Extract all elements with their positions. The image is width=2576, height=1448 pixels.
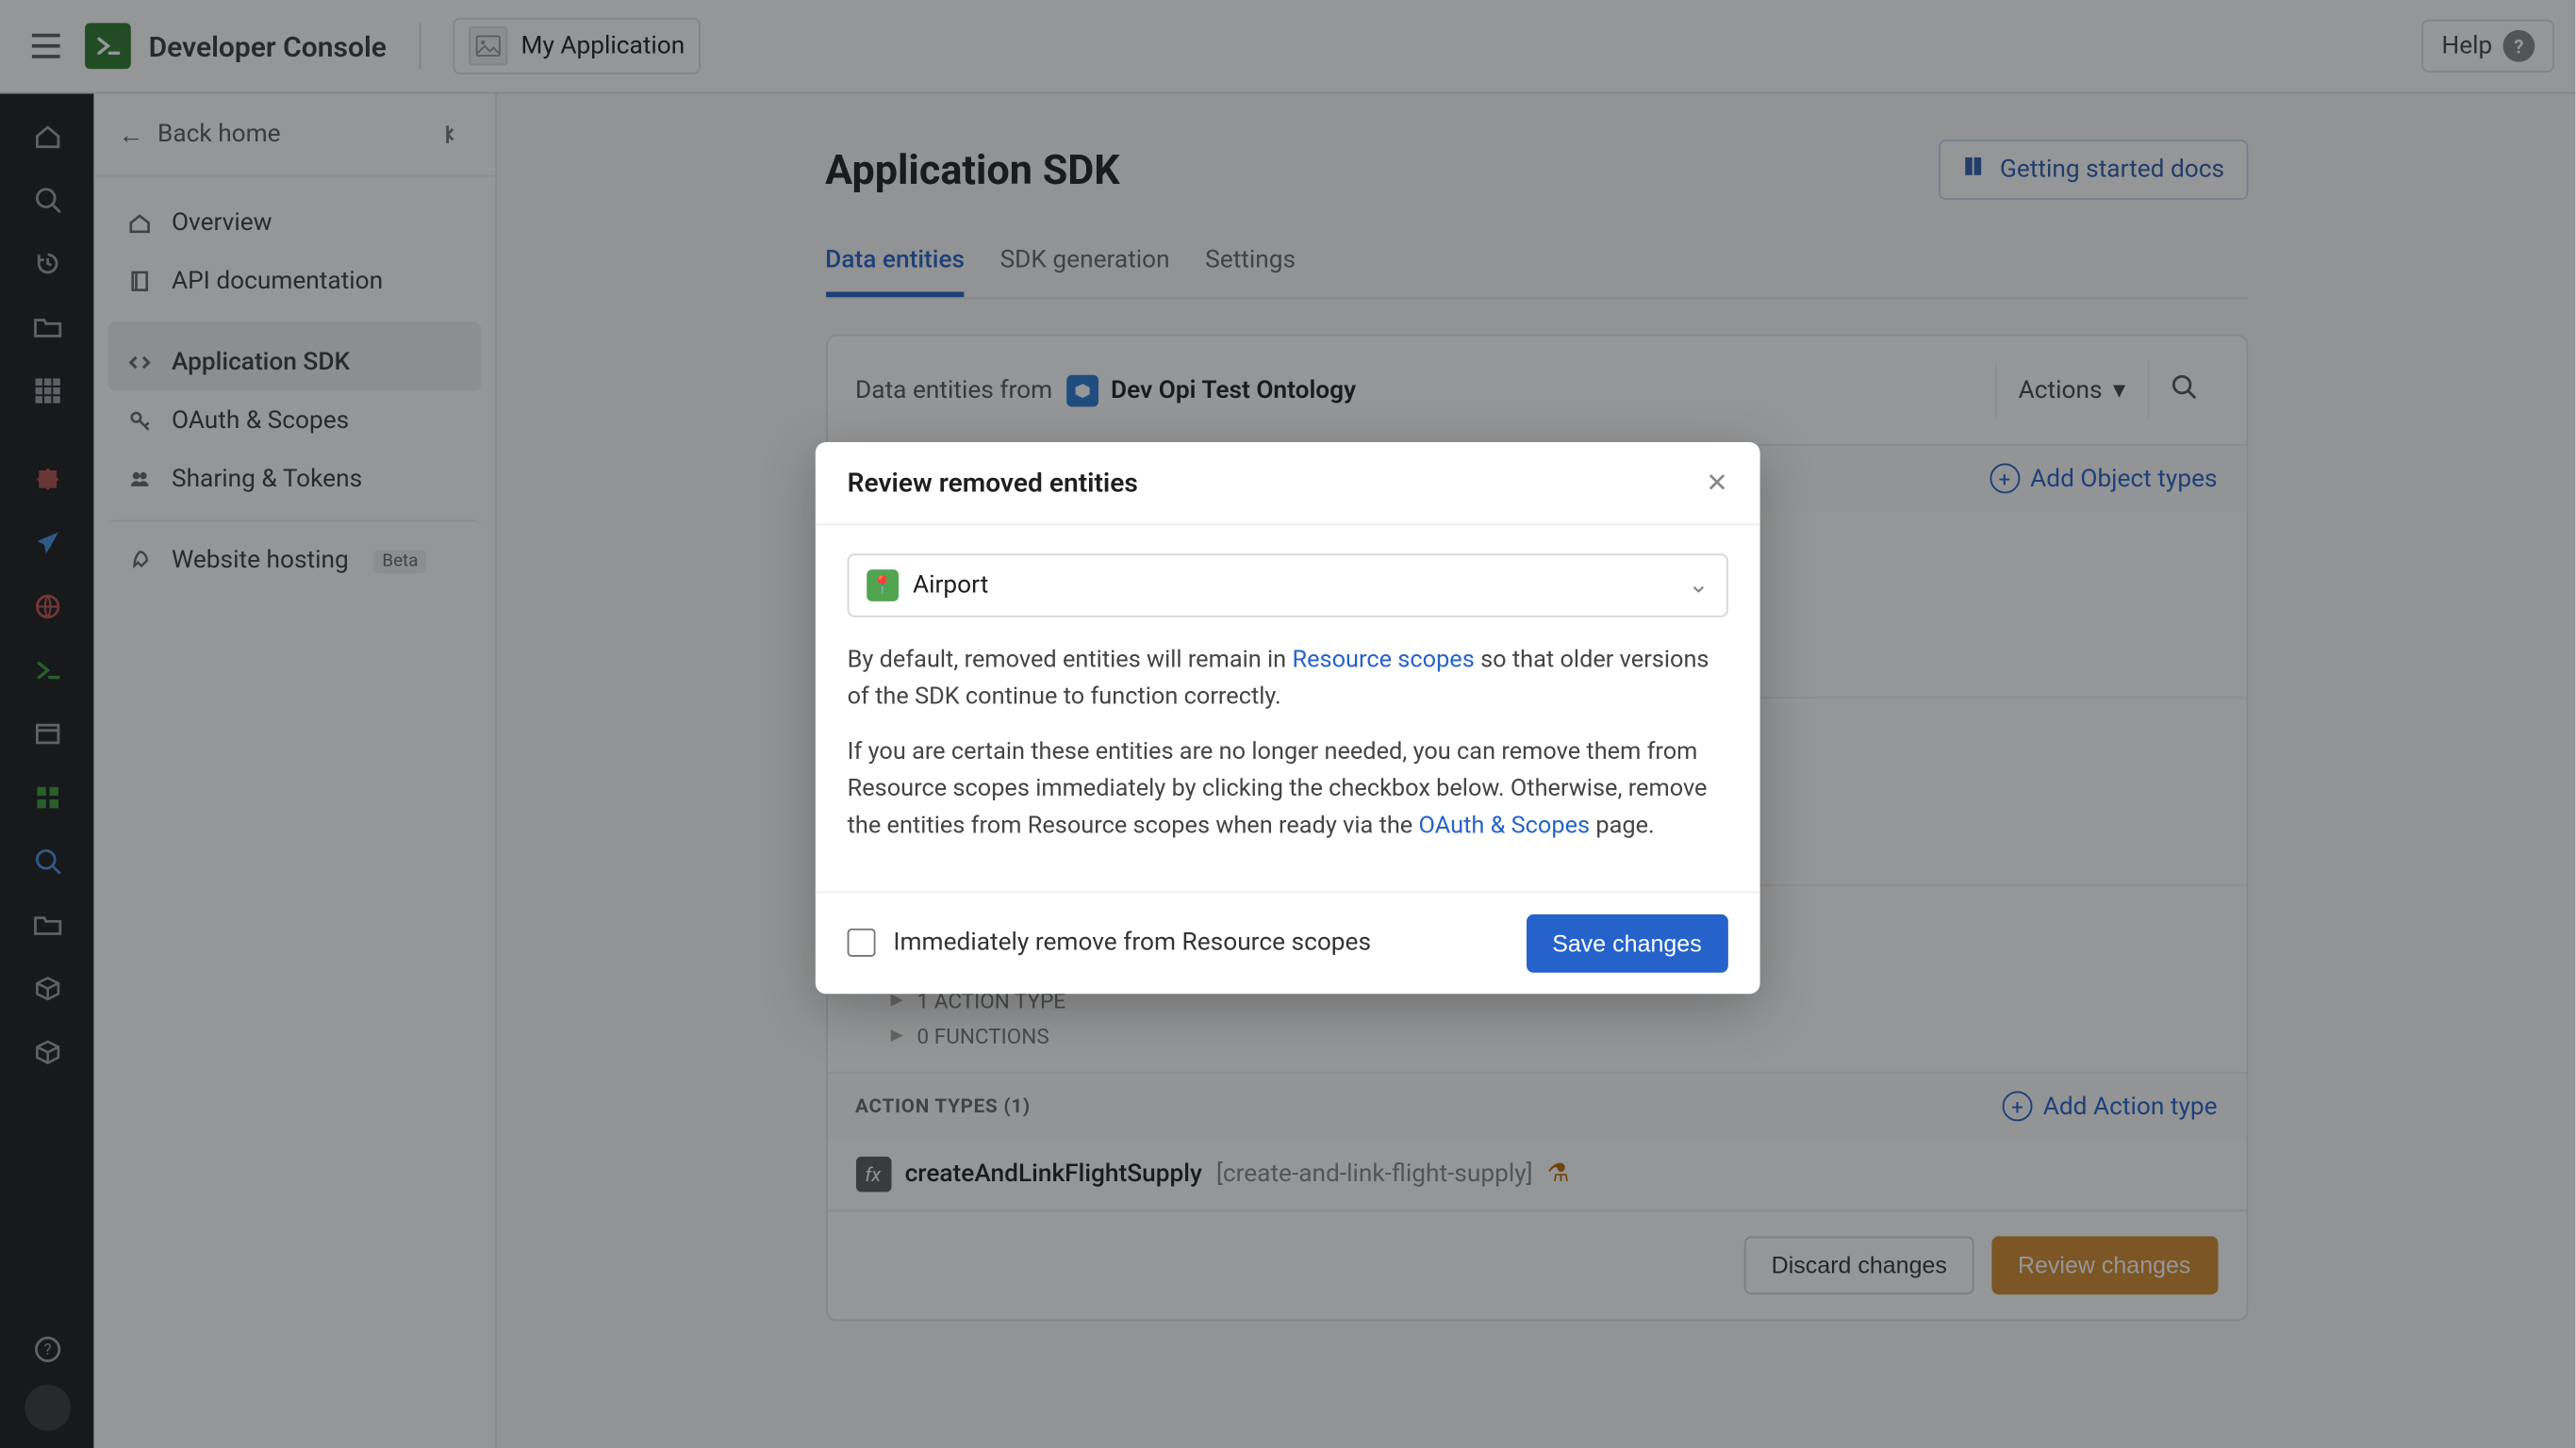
pin-icon: 📍 xyxy=(867,569,899,601)
oauth-scopes-link[interactable]: OAuth & Scopes xyxy=(1419,811,1591,839)
checkbox-input[interactable] xyxy=(848,929,876,957)
entity-select[interactable]: 📍 Airport ⌄ xyxy=(848,553,1728,617)
review-removed-dialog: Review removed entities ✕ 📍 Airport ⌄ By… xyxy=(816,442,1760,994)
save-changes-button[interactable]: Save changes xyxy=(1526,913,1728,972)
dialog-para-2: If you are certain these entities are no… xyxy=(848,733,1728,845)
dialog-title: Review removed entities xyxy=(848,467,1138,499)
remove-checkbox[interactable]: Immediately remove from Resource scopes xyxy=(848,929,1371,957)
selected-entity: Airport xyxy=(913,571,988,600)
checkbox-label: Immediately remove from Resource scopes xyxy=(893,929,1371,957)
resource-scopes-link[interactable]: Resource scopes xyxy=(1292,646,1474,674)
dialog-para-1: By default, removed entities will remain… xyxy=(848,642,1728,716)
modal-overlay: Review removed entities ✕ 📍 Airport ⌄ By… xyxy=(0,0,2575,1448)
close-icon[interactable]: ✕ xyxy=(1706,467,1728,499)
chevron-down-icon: ⌄ xyxy=(1688,571,1709,600)
